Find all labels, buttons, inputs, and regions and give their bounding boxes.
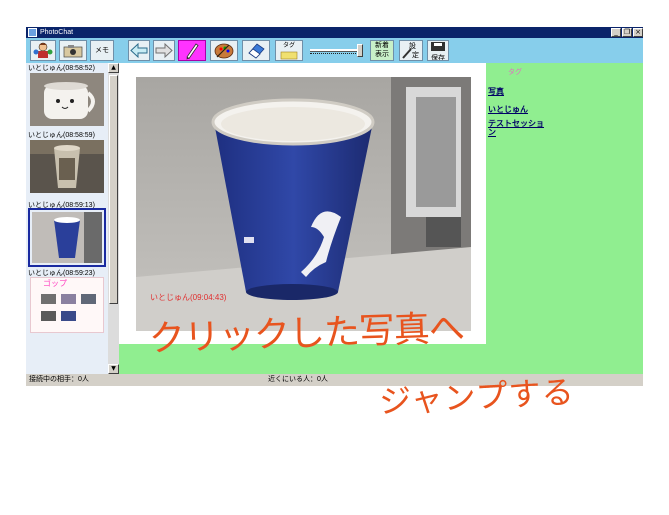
slider-groove [310,49,360,52]
slider-thumb[interactable] [357,44,363,57]
tag-icon [280,51,298,60]
thumbnail-scrollbar[interactable]: ▲ ▼ [108,63,119,374]
camera-button[interactable] [59,40,87,61]
palette-button[interactable] [210,40,238,61]
mini-photo [61,311,76,321]
memo-button[interactable]: メモ [90,40,114,61]
thumbnail-handwriting: ゴップ [43,279,67,288]
title-bar: PhotoChat _ ❐ × [26,27,643,38]
tag-item[interactable]: 写真 [488,86,504,97]
pen-button[interactable] [178,40,206,61]
zoom-slider[interactable] [308,42,364,60]
thumbnail-4[interactable]: ゴップ [30,277,104,333]
settings-label-2: 定 [412,52,419,59]
mini-photo [41,311,56,321]
mug-photo [30,73,104,126]
thumbnail-caption: いとじゅん(08:58:52) [28,65,95,72]
tag-item[interactable]: ン [488,127,496,138]
mini-photo [41,294,56,304]
settings-label-1: 設 [409,43,416,50]
tag-item[interactable]: テストセッショ [488,118,544,129]
nearby-count: 近くにいる人：0人 [268,376,328,383]
memo-label: メモ [95,47,109,54]
connected-count: 接続中の相手：0人 [29,376,89,383]
scroll-down-icon[interactable]: ▼ [108,364,119,374]
palette-icon [214,43,234,59]
app-icon [28,28,37,37]
back-button[interactable] [128,40,150,61]
thumbnail-1[interactable] [30,73,104,126]
close-button[interactable]: × [633,28,643,37]
tag-button[interactable]: タグ [275,40,303,61]
annotation-line-1: クリックした写真へ [148,308,465,360]
new-label-1: 新着 [375,42,389,49]
floppy-icon [431,42,445,51]
forward-button[interactable] [153,40,175,61]
cup-photo [30,140,104,193]
eraser-icon [248,43,265,59]
window-title: PhotoChat [40,29,74,36]
thumbnail-2[interactable] [30,140,104,193]
photo-overlay-text: いとじゅん(09:04:43) [150,293,227,302]
tag-item[interactable]: いとじゅん [488,104,528,115]
annotation-line-2: ジャンプする [378,372,576,421]
people-icon [33,42,53,58]
blue-cup-photo [32,212,102,263]
camera-icon [63,45,83,58]
thumbnail-caption: いとじゅん(08:58:59) [28,132,95,139]
maximize-button[interactable]: ❐ [622,28,632,37]
tag-heading: タグ [508,69,522,76]
thumbnail-3-selected[interactable] [28,208,106,267]
settings-button[interactable]: 設 定 [399,40,423,61]
thumbnail-panel: いとじゅん(08:58:52) いとじゅん(08:58:59) いとじゅん(08… [26,63,108,374]
toolbar: メモ タグ 新着 表示 設 定 保存 [26,38,643,63]
tag-label: タグ [282,43,295,49]
save-label: 保存 [431,55,445,61]
mini-photo [61,294,76,304]
minimize-button[interactable]: _ [611,28,621,37]
scroll-thumb[interactable] [109,75,118,304]
mini-photo [81,294,96,304]
arrow-left-icon [130,42,148,59]
new-label-2: 表示 [375,51,389,58]
arrow-right-icon [155,42,173,59]
tag-panel: タグ 写真 いとじゅん テストセッショ ン [486,63,643,374]
save-button[interactable]: 保存 [427,40,449,61]
scroll-up-icon[interactable]: ▲ [108,63,119,73]
slider-track [310,53,360,54]
new-display-button[interactable]: 新着 表示 [370,40,394,61]
pen-icon [186,43,199,60]
people-button[interactable] [30,40,56,61]
eraser-button[interactable] [242,40,270,61]
